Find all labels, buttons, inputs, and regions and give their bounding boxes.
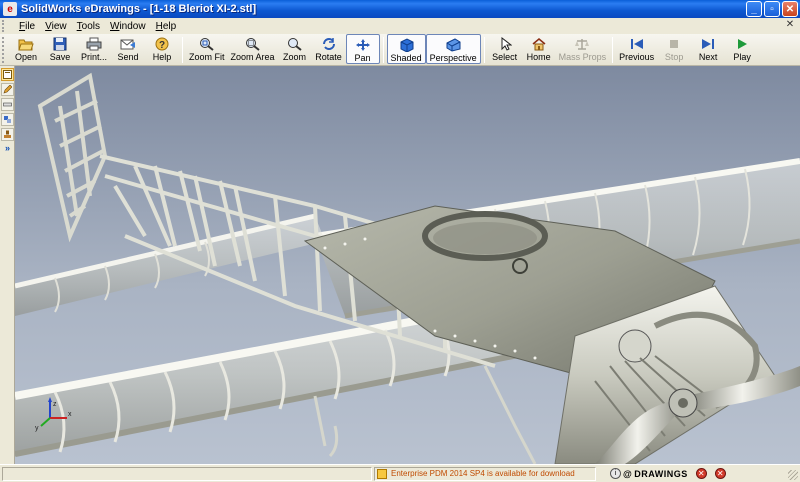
menu-bar: File View Tools Window Help ✕ [0,18,800,34]
floppy-disk-icon [52,36,68,51]
expand-panel-icon[interactable]: » [1,143,14,153]
cursor-arrow-icon [497,36,513,51]
toolbar-separator [182,37,183,63]
window-title: SolidWorks eDrawings - [1-18 Bleriot XI-… [21,3,257,15]
warning-icon [377,468,387,479]
edrawings-brand: i @ DRAWINGS ✕ ✕ [610,468,726,479]
zoom-area-icon [245,36,261,51]
play-icon [734,36,750,51]
main-toolbar: Open Save Print... Send ? Help Zoom Fit … [0,34,800,66]
update-notification[interactable]: Enterprise PDM 2014 SP4 is available for… [374,466,596,481]
shaded-cube-icon [398,37,414,52]
next-icon [700,36,716,51]
help-button[interactable]: ? Help [145,34,179,64]
home-icon [531,36,547,51]
zoom-fit-button[interactable]: Zoom Fit [186,34,228,64]
previous-button[interactable]: Previous [616,34,657,64]
rotate-icon [321,36,337,51]
next-button[interactable]: Next [691,34,725,64]
pan-button[interactable]: Pan [345,34,380,64]
title-bar: e SolidWorks eDrawings - [1-18 Bleriot X… [0,0,800,18]
disable-icon[interactable]: ✕ [714,468,726,479]
measure-icon[interactable] [1,98,14,111]
markup-pen-icon[interactable] [1,83,14,96]
zoom-icon [287,36,303,51]
perspective-cube-icon [445,37,461,52]
minimize-button[interactable]: _ [746,1,762,17]
components-icon[interactable] [1,113,14,126]
menu-view[interactable]: View [40,21,72,32]
brand-label: DRAWINGS [634,468,688,479]
send-button[interactable]: Send [111,34,145,64]
left-side-panel: » [0,66,15,464]
select-button[interactable]: Select [488,34,522,64]
stop-icon [666,36,682,51]
brand-prefix: @ [623,468,633,479]
previous-icon [629,36,645,51]
menu-tools[interactable]: Tools [72,21,105,32]
menu-file[interactable]: File [14,21,40,32]
zoom-area-button[interactable]: Zoom Area [228,34,278,64]
close-button[interactable]: ✕ [782,1,798,17]
info-icon[interactable]: i [610,468,621,479]
folder-open-icon [18,36,34,51]
model-viewport[interactable]: z x y [15,66,800,464]
resize-grip[interactable] [788,470,798,480]
rotate-button[interactable]: Rotate [312,34,346,64]
shaded-button[interactable]: Shaded [386,34,426,64]
play-button[interactable]: Play [725,34,759,64]
edrawings-icon[interactable]: e [3,2,17,16]
axis-z-label: z [53,401,57,408]
svg-text:?: ? [159,40,165,51]
menu-window[interactable]: Window [105,21,151,32]
status-bar: Enterprise PDM 2014 SP4 is available for… [0,464,800,482]
document-close-icon[interactable]: ✕ [784,19,796,31]
axis-y-label: y [35,425,39,432]
mass-props-button[interactable]: Mass Props [556,34,610,64]
stop-button[interactable]: Stop [657,34,691,64]
toolbar-grip [2,37,6,63]
zoom-fit-icon [199,36,215,51]
update-message: Enterprise PDM 2014 SP4 is available for… [391,469,575,478]
print-button[interactable]: Print... [77,34,111,64]
perspective-button[interactable]: Perspective [425,34,481,64]
send-mail-icon [120,36,136,51]
toolbar-separator [612,37,614,63]
toolbar-separator [483,37,485,63]
axis-x-label: x [68,411,72,418]
toolbar-separator [382,37,384,63]
pan-icon [355,37,371,52]
menu-grip [2,20,10,32]
bleriot-model-render: z x y [15,72,800,464]
menu-help[interactable]: Help [151,21,182,32]
stamp-icon[interactable] [1,128,14,141]
tail-rudder [37,72,108,243]
zoom-button[interactable]: Zoom [278,34,312,64]
printer-icon [86,36,102,51]
help-icon: ? [154,36,170,51]
sheets-icon[interactable] [1,68,14,81]
save-button[interactable]: Save [43,34,77,64]
dismiss-icon[interactable]: ✕ [695,468,707,479]
home-button[interactable]: Home [522,34,556,64]
scales-icon [574,36,590,51]
status-empty-cell [2,466,372,481]
open-button[interactable]: Open [9,34,43,64]
maximize-button[interactable]: ▫ [764,1,780,17]
